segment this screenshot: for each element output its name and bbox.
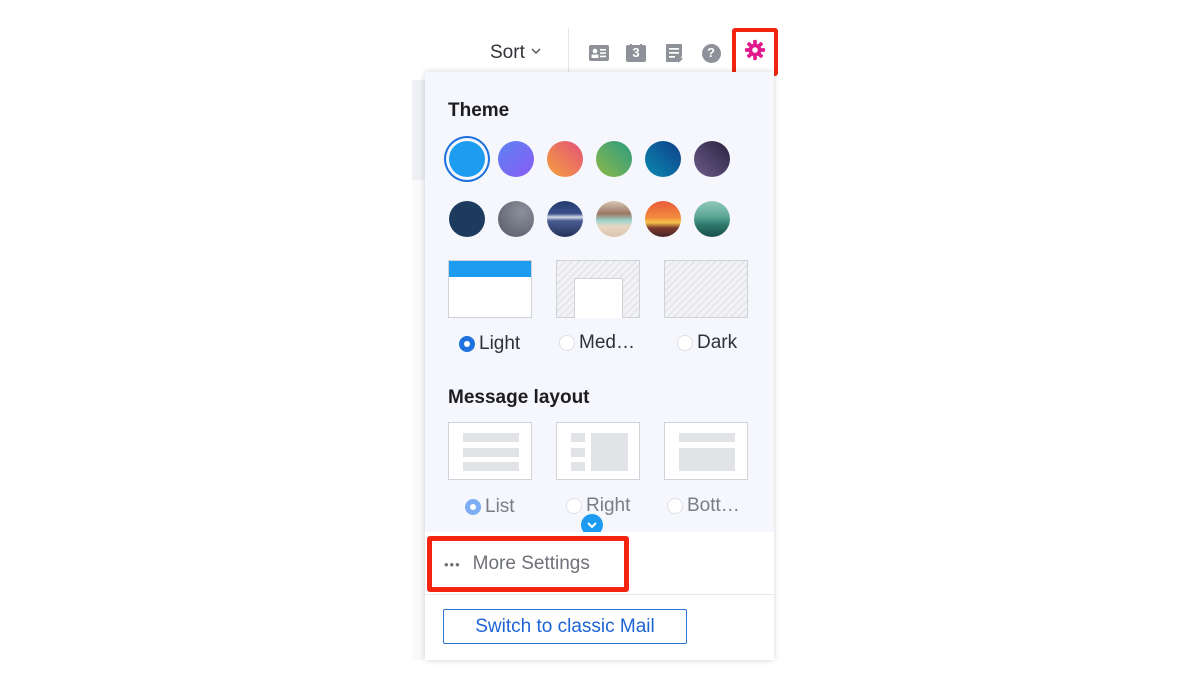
layout-list-preview[interactable] [448,422,532,480]
help-icon[interactable]: ? [701,43,721,63]
toolbar-divider [568,28,569,74]
background-mail-list-edge [412,80,426,180]
theme-swatch-orange-pink[interactable] [547,141,583,177]
theme-swatch-desert-camper[interactable] [596,201,632,237]
notepad-icon[interactable] [664,43,684,63]
layout-bottom-preview[interactable] [664,422,748,480]
footer-divider [425,594,774,595]
contacts-card-icon[interactable] [589,43,609,63]
theme-brightness-dark-preview[interactable] [664,260,748,318]
theme-swatch-sunset[interactable] [645,201,681,237]
sort-button[interactable]: Sort [490,42,541,64]
theme-swatch-teal-mountains[interactable] [694,201,730,237]
radio-icon [566,498,582,514]
radio-label: Med… [579,332,635,353]
message-layout-heading: Message layout [448,387,590,408]
radio-layout-bottom[interactable]: Bott… [667,495,740,517]
radio-label: List [485,496,515,517]
help-glyph: ? [707,45,715,60]
radio-icon [559,335,575,351]
toolbar: Sort 3 ? [410,28,780,76]
calendar-icon[interactable]: 3 [626,43,646,63]
theme-brightness-medium-preview[interactable] [556,260,640,318]
sort-label: Sort [490,42,525,63]
theme-swatch-purple[interactable] [498,141,534,177]
chevron-down-icon [531,46,541,58]
settings-button[interactable] [732,28,778,76]
radio-icon [465,499,481,515]
settings-panel-scroll-area: Theme Light Med… Dark Message layout Lis… [425,72,774,536]
radio-label: Bott… [687,495,740,516]
settings-gear-icon [744,39,766,66]
theme-swatch-navy[interactable] [449,201,485,237]
more-settings-link[interactable]: ••• More Settings [427,536,629,592]
settings-panel: Theme Light Med… Dark Message layout Lis… [425,72,774,660]
theme-swatch-gray[interactable] [498,201,534,237]
more-settings-label: More Settings [472,553,590,574]
radio-label: Dark [697,332,738,353]
theme-swatch-blue[interactable] [449,141,485,177]
calendar-day: 3 [632,45,640,60]
radio-layout-list[interactable]: List [465,496,515,518]
radio-brightness-light[interactable]: Light [459,333,520,355]
radio-label: Light [479,333,521,354]
switch-to-classic-mail-button[interactable]: Switch to classic Mail [443,609,687,644]
more-dots-icon: ••• [444,556,461,572]
theme-swatch-teal-navy[interactable] [645,141,681,177]
radio-brightness-dark[interactable]: Dark [677,332,737,354]
radio-icon [677,335,693,351]
theme-swatch-mountain-snow[interactable] [547,201,583,237]
background-mail-list [412,180,426,660]
theme-swatch-dark-purple[interactable] [694,141,730,177]
radio-icon [667,498,683,514]
theme-heading: Theme [448,100,510,121]
theme-swatch-green[interactable] [596,141,632,177]
radio-layout-right[interactable]: Right [566,495,630,517]
settings-panel-footer: ••• More Settings Switch to classic Mail [425,532,774,660]
layout-right-preview[interactable] [556,422,640,480]
theme-brightness-light-preview[interactable] [448,260,532,318]
radio-brightness-medium[interactable]: Med… [559,332,635,354]
radio-icon [459,336,475,352]
